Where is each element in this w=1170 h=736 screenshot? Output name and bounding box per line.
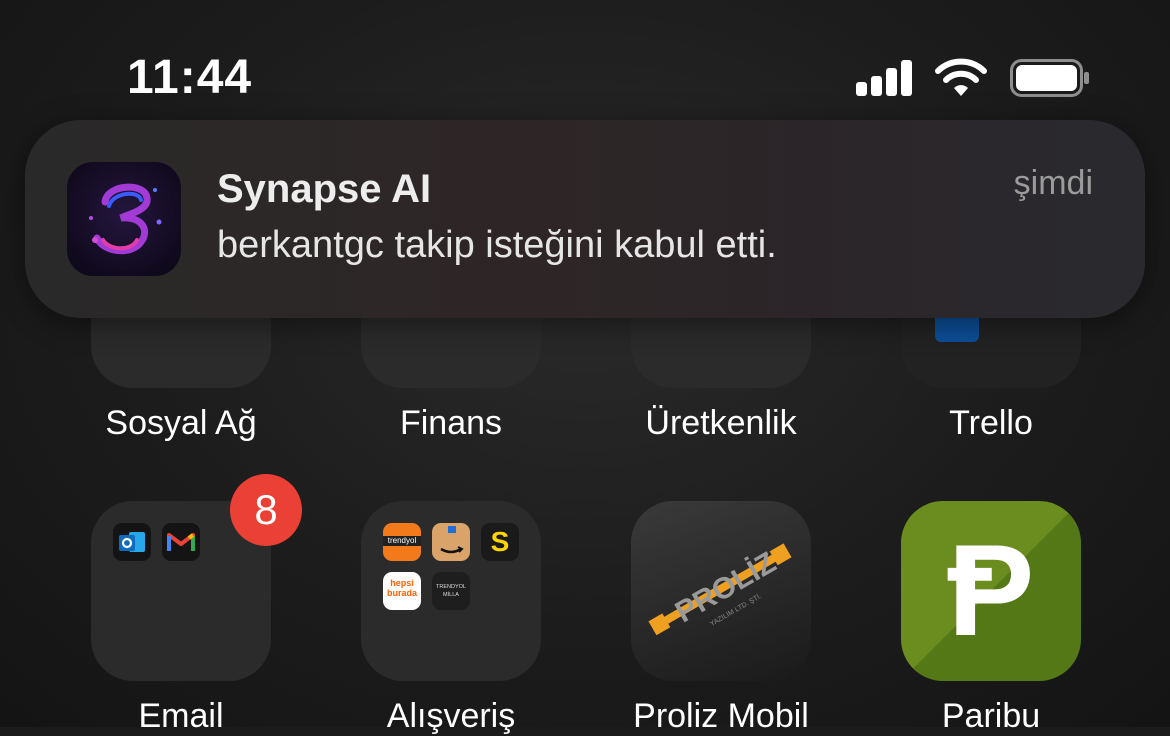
label-sosyal-ag: Sosyal Ağ [105,404,257,442]
s-app-letter: S [490,526,510,557]
notification-badge: 8 [230,474,302,546]
gmail-icon [162,523,200,561]
outlook-icon [113,523,151,561]
trendyol-logo-text: trendyol [383,536,421,546]
label-alisveris: Alışveriş [386,697,516,735]
hepsiburada-logo-text: hepsi burada [386,578,417,598]
battery-icon [1010,59,1089,97]
wifi-icon [935,58,987,96]
trendyol-icon: trendyol [383,523,421,561]
milla-logo-text: TRENDYOL MİLLA [436,584,466,598]
label-email: Email [138,697,224,735]
hepsiburada-icon: hepsi burada [383,572,421,610]
amazon-icon [432,523,470,561]
synapse-ai-app-icon [67,162,181,276]
s-app-icon: S [481,523,519,561]
notification-banner[interactable]: Synapse AI berkantgc takip isteğini kabu… [25,120,1145,318]
paribu-app-icon[interactable]: Ᵽ [901,501,1081,681]
label-paribu: Paribu [941,697,1041,735]
notification-time: şimdi [1013,164,1093,202]
folder-shopping[interactable]: trendyol S hepsi burada TRENDYOL MİLLA [361,501,541,681]
label-finans: Finans [399,404,503,442]
synapse-logo-icon [89,183,162,255]
status-time: 11:44 [127,51,253,104]
proliz-mobil-app-icon[interactable]: PROLİZ YAZILIM LTD. ŞTİ. [631,501,811,681]
label-trello: Trello [949,404,1033,442]
notification-message: berkantgc takip isteğini kabul etti. [217,224,777,266]
notification-app-name: Synapse AI [217,167,432,211]
cellular-signal-icon [856,60,914,96]
trendyol-milla-icon: TRENDYOL MİLLA [432,572,470,610]
paribu-logo-glyph: Ᵽ [947,517,1035,663]
label-uretkenlik: Üretkenlik [645,404,797,442]
label-proliz-mobil: Proliz Mobil [633,697,809,735]
